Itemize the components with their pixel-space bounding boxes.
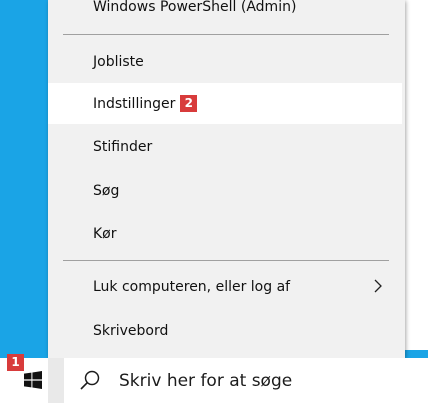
taskbar-search-box[interactable]: Skriv her for at søge	[64, 358, 428, 403]
menu-item-label: Indstillinger	[93, 95, 176, 112]
menu-item-desktop[interactable]: Skrivebord	[48, 310, 402, 351]
search-icon	[80, 370, 100, 390]
menu-item-file-explorer[interactable]: Stifinder	[48, 126, 402, 167]
background-window	[405, 0, 428, 350]
taskbar: Skriv her for at søge	[0, 358, 428, 403]
menu-item-label: Søg	[93, 182, 120, 199]
start-context-menu: Windows PowerShell (Admin) Jobliste Inds…	[48, 0, 405, 358]
menu-item-label: Windows PowerShell (Admin)	[93, 0, 297, 15]
menu-item-label: Skrivebord	[93, 322, 169, 339]
windows-logo-icon	[24, 371, 42, 389]
menu-item-search[interactable]: Søg	[48, 170, 402, 211]
menu-divider	[63, 34, 389, 35]
search-placeholder: Skriv her for at søge	[119, 370, 293, 391]
menu-item-label: Luk computeren, eller log af	[93, 278, 291, 295]
menu-divider	[63, 260, 389, 261]
chevron-right-icon	[374, 279, 382, 293]
menu-item-shutdown-signout[interactable]: Luk computeren, eller log af	[48, 266, 402, 307]
menu-item-label: Jobliste	[93, 53, 144, 70]
menu-item-task-manager[interactable]: Jobliste	[48, 41, 402, 82]
menu-item-powershell-admin[interactable]: Windows PowerShell (Admin)	[48, 0, 402, 27]
menu-item-label: Stifinder	[93, 138, 153, 155]
menu-item-label: Kør	[93, 225, 117, 242]
step-badge-2: 2	[180, 95, 198, 112]
menu-item-run[interactable]: Kør	[48, 213, 402, 254]
menu-item-settings[interactable]: Indstillinger 2	[48, 83, 402, 124]
step-badge-1: 1	[7, 354, 24, 371]
